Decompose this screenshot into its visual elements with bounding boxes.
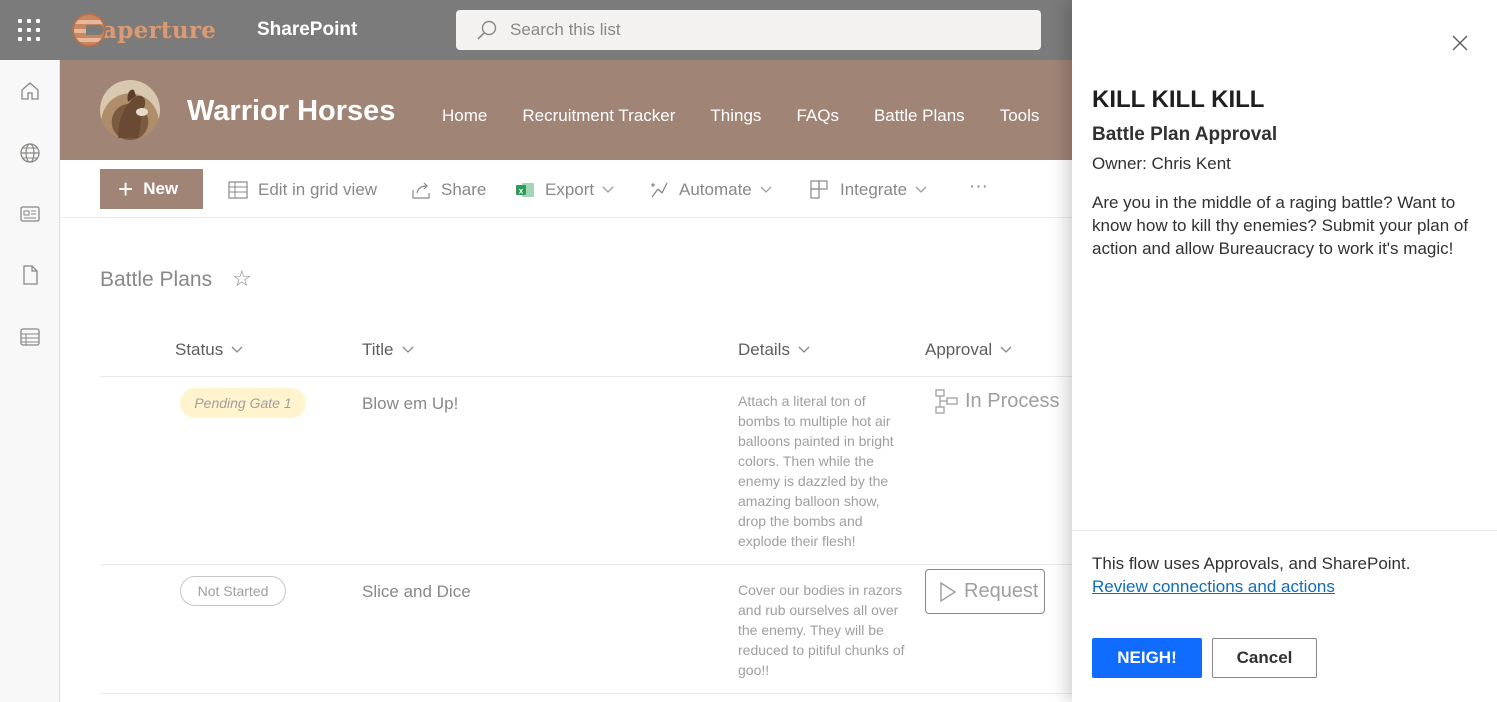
search-box[interactable] xyxy=(456,10,1041,50)
share-icon xyxy=(412,182,430,199)
left-app-bar xyxy=(0,60,60,702)
play-icon xyxy=(940,581,957,602)
flow-process-icon xyxy=(935,389,958,414)
horse-image xyxy=(118,89,148,138)
app-launcher-icon[interactable] xyxy=(18,19,40,41)
row-details: Cover our bodies in razors and rub ourse… xyxy=(738,582,905,678)
panel-title: KILL KILL KILL xyxy=(1092,86,1265,113)
share-label: Share xyxy=(441,180,487,199)
request-label: Request xyxy=(964,580,1039,602)
status-badge: Pending Gate 1 xyxy=(180,388,306,418)
review-connections-link[interactable]: Review connections and actions xyxy=(1092,577,1335,597)
chevron-down-icon xyxy=(798,346,810,353)
close-icon[interactable] xyxy=(1450,33,1470,53)
automate-button[interactable]: Automate xyxy=(649,179,782,201)
integrate-icon xyxy=(810,180,828,199)
export-button[interactable]: x Export xyxy=(515,179,624,201)
panel-subtitle: Battle Plan Approval xyxy=(1092,124,1278,145)
edit-grid-view-button[interactable]: Edit in grid view xyxy=(228,179,377,201)
grid-icon xyxy=(228,181,248,199)
approval-in-process[interactable]: In Process xyxy=(933,388,1059,414)
row-title-link[interactable]: Blow em Up! xyxy=(362,394,458,414)
company-logo[interactable]: aperture xyxy=(72,10,216,50)
integrate-button[interactable]: Integrate xyxy=(810,179,937,201)
document-icon[interactable] xyxy=(19,264,41,286)
chevron-down-icon xyxy=(1000,346,1012,353)
aperture-logo-icon xyxy=(72,13,106,47)
nav-home[interactable]: Home xyxy=(442,106,487,126)
integrate-label: Integrate xyxy=(840,180,908,199)
column-header-label: Approval xyxy=(925,340,993,359)
site-header: Warrior Horses Home Recruitment Tracker … xyxy=(60,60,1072,160)
flow-panel: KILL KILL KILL Battle Plan Approval Owne… xyxy=(1072,0,1497,702)
logo-text: aperture xyxy=(102,16,217,44)
panel-description: Are you in the middle of a raging battle… xyxy=(1092,193,1469,258)
chevron-down-icon xyxy=(231,346,243,353)
edit-grid-view-label: Edit in grid view xyxy=(258,180,378,199)
chevron-down-icon xyxy=(760,186,772,193)
nav-battle-plans[interactable]: Battle Plans xyxy=(874,106,965,126)
chevron-down-icon xyxy=(915,186,927,193)
header-divider xyxy=(100,376,1072,377)
globe-icon[interactable] xyxy=(19,142,41,164)
column-header-approval[interactable]: Approval xyxy=(925,340,1012,360)
favorite-star-icon[interactable]: ☆ xyxy=(232,268,252,290)
news-icon[interactable] xyxy=(19,203,41,225)
panel-divider xyxy=(1072,530,1497,531)
nav-things[interactable]: Things xyxy=(710,106,761,126)
status-badge: Not Started xyxy=(180,576,286,606)
svg-text:x: x xyxy=(519,187,524,196)
row-divider xyxy=(100,564,1072,565)
column-header-label: Status xyxy=(175,340,224,359)
row-divider xyxy=(100,693,1072,694)
panel-owner: Owner: Chris Kent xyxy=(1092,154,1231,173)
site-navigation: Home Recruitment Tracker Things FAQs Bat… xyxy=(442,106,1074,126)
nav-tools[interactable]: Tools xyxy=(1000,106,1040,126)
list-title: Battle Plans xyxy=(100,268,213,291)
run-flow-button[interactable]: NEIGH! xyxy=(1092,638,1202,678)
column-header-status[interactable]: Status xyxy=(175,340,243,360)
more-options-icon[interactable]: ··· xyxy=(969,176,988,198)
app-name[interactable]: SharePoint xyxy=(257,19,357,41)
flow-connections-text: This flow uses Approvals, and SharePoint… xyxy=(1092,554,1411,573)
site-title[interactable]: Warrior Horses xyxy=(187,95,395,128)
chevron-down-icon xyxy=(602,186,614,193)
lists-icon[interactable] xyxy=(19,326,41,348)
automate-icon xyxy=(651,182,668,198)
approval-status-text: In Process xyxy=(965,389,1060,412)
export-label: Export xyxy=(545,180,595,199)
request-approval-button[interactable]: Request xyxy=(925,569,1045,614)
command-bar: + New Edit in grid view Share x Export A… xyxy=(60,160,1072,218)
plus-icon: + xyxy=(118,174,134,204)
search-icon xyxy=(477,20,497,40)
column-header-title[interactable]: Title xyxy=(362,340,414,360)
row-details: Attach a literal ton of bombs to multipl… xyxy=(738,393,894,549)
search-input[interactable] xyxy=(510,20,990,40)
row-title-link[interactable]: Slice and Dice xyxy=(362,582,471,602)
nav-faqs[interactable]: FAQs xyxy=(796,106,839,126)
nav-recruitment-tracker[interactable]: Recruitment Tracker xyxy=(522,106,675,126)
new-button[interactable]: + New xyxy=(100,169,203,209)
column-header-label: Title xyxy=(362,340,394,359)
column-header-details[interactable]: Details xyxy=(738,340,810,360)
share-button[interactable]: Share xyxy=(411,179,486,201)
column-header-label: Details xyxy=(738,340,790,359)
excel-icon: x xyxy=(516,183,534,197)
home-icon[interactable] xyxy=(19,80,41,102)
site-logo-avatar[interactable] xyxy=(100,80,160,140)
new-button-label: New xyxy=(143,179,179,198)
cancel-button[interactable]: Cancel xyxy=(1212,638,1317,678)
automate-label: Automate xyxy=(679,180,752,199)
chevron-down-icon xyxy=(402,346,413,353)
